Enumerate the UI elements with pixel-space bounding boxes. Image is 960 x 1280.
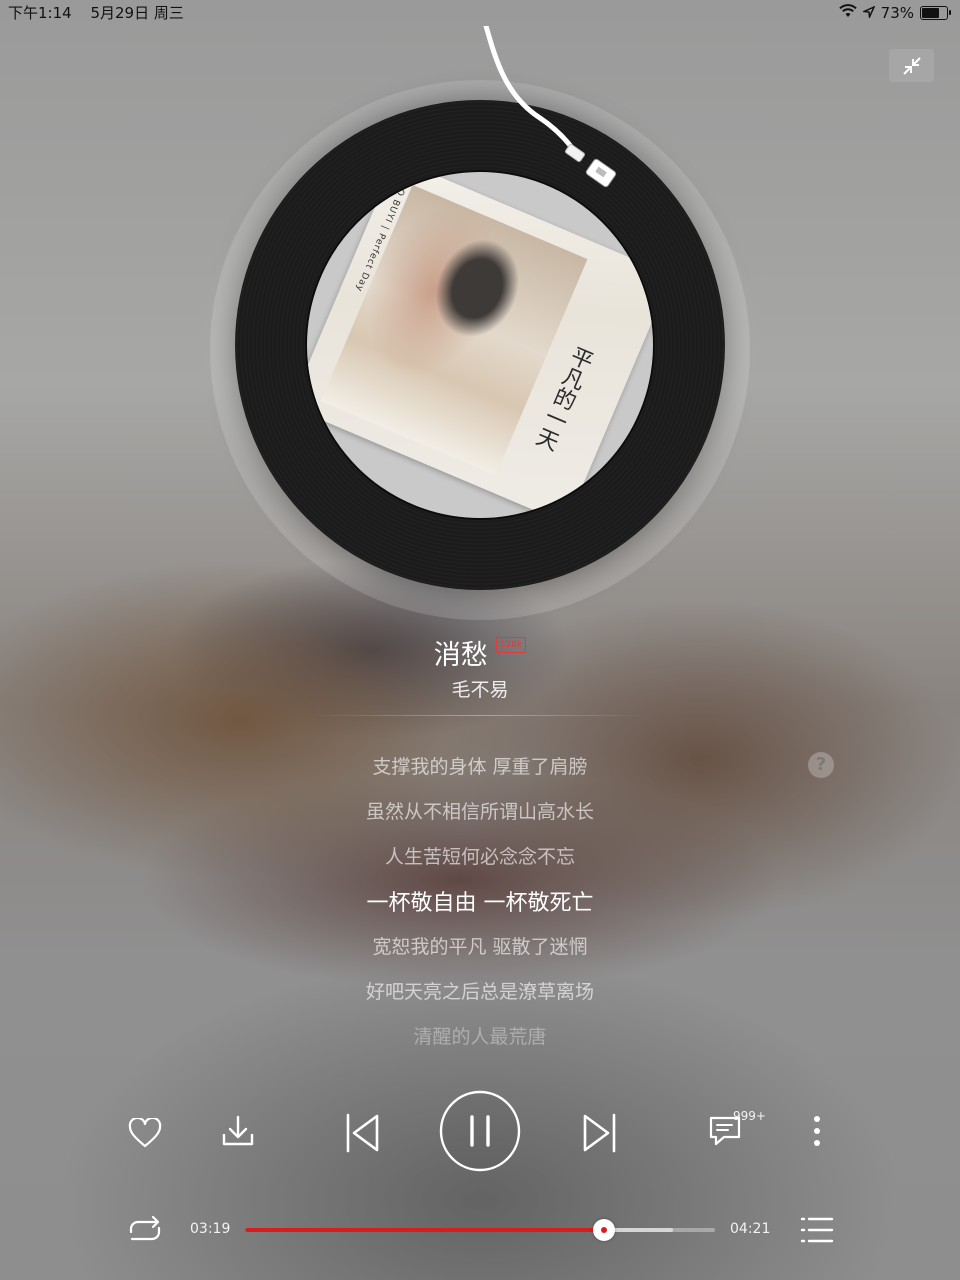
previous-icon bbox=[346, 1113, 379, 1153]
album-cover: MAO BUYI | Perfect Day 平凡的一天 bbox=[307, 172, 653, 518]
lyric-line: 虽然从不相信所谓山高水长 bbox=[365, 801, 594, 823]
repeat-icon bbox=[129, 1215, 161, 1241]
status-bar: 下午1:14 5月29日 周三 73% bbox=[0, 0, 960, 26]
total-time: 04:21 bbox=[730, 1221, 771, 1237]
quality-badge[interactable]: 128k bbox=[495, 637, 527, 653]
lyric-line: 宽恕我的平凡 驱散了迷惘 bbox=[372, 936, 588, 958]
current-time: 03:19 bbox=[190, 1221, 231, 1237]
lyric-line: 人生苦短何必念念不忘 bbox=[384, 846, 575, 868]
previous-track-button[interactable] bbox=[340, 1110, 384, 1156]
comment-count: 999+ bbox=[733, 1109, 766, 1123]
artist-name[interactable]: 毛不易 bbox=[0, 675, 960, 705]
song-title-row: 消愁 128k bbox=[0, 632, 960, 672]
divider bbox=[310, 715, 650, 716]
lyric-line: 清醒的人最荒唐 bbox=[413, 1026, 547, 1048]
playlist-button[interactable] bbox=[799, 1213, 835, 1247]
next-track-button[interactable] bbox=[578, 1110, 622, 1156]
wifi-icon bbox=[838, 0, 857, 26]
pause-icon bbox=[439, 1090, 521, 1172]
like-button[interactable] bbox=[125, 1113, 165, 1153]
progress-bar[interactable] bbox=[245, 1219, 715, 1241]
lyric-line-active: 一杯敬自由 一杯敬死亡 bbox=[366, 891, 594, 916]
collapse-button[interactable] bbox=[889, 49, 934, 82]
more-vertical-icon bbox=[814, 1116, 820, 1146]
help-icon[interactable]: ? bbox=[808, 752, 834, 778]
playlist-icon bbox=[800, 1217, 834, 1243]
next-icon bbox=[583, 1113, 616, 1153]
lyric-line: 好吧天亮之后总是潦草离场 bbox=[365, 981, 594, 1003]
status-date: 5月29日 周三 bbox=[90, 4, 184, 22]
status-time: 下午1:14 bbox=[8, 4, 72, 22]
more-button[interactable] bbox=[802, 1112, 832, 1150]
location-arrow-icon bbox=[860, 0, 876, 26]
repeat-mode-button[interactable] bbox=[126, 1213, 164, 1247]
battery-icon bbox=[920, 6, 951, 20]
progress-played bbox=[245, 1228, 604, 1232]
disc-label: MAO BUYI | Perfect Day 平凡的一天 bbox=[305, 170, 655, 520]
pause-button[interactable] bbox=[439, 1090, 521, 1172]
download-button[interactable] bbox=[218, 1111, 258, 1151]
download-icon bbox=[222, 1115, 254, 1146]
song-title: 消愁 bbox=[433, 639, 488, 671]
tonearm bbox=[483, 26, 617, 188]
progress-knob[interactable] bbox=[592, 1219, 615, 1241]
battery-percent: 73% bbox=[880, 4, 914, 22]
collapse-icon bbox=[902, 56, 921, 75]
heart-icon bbox=[128, 1118, 162, 1148]
